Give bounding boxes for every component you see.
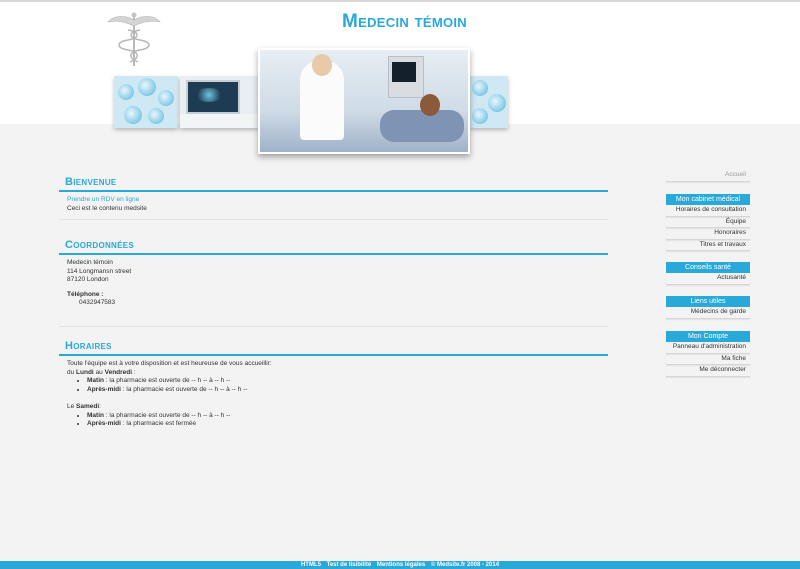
footer: HTML5 Test de lisibilité Mentions légale… [0,561,800,569]
phone-label: Téléphone : [67,290,104,298]
weekday-hours-list: Matin : la pharmacie est ouverte de -- h… [67,377,608,394]
horaires-intro: Toute l'équipe est à votre disposition e… [67,360,272,367]
sidebar-item-medecins-garde[interactable]: Médecins de garde [666,307,750,319]
section-bienvenue: Bienvenue Prendre un RDV en ligne Ceci e… [59,176,608,220]
section-coordonnees: Coordonnées Medecin témoin 114 Longmansn… [59,239,608,327]
saturday-line: Le Samedi: [67,403,101,410]
sidebar-item-ma-fiche[interactable]: Ma fiche [666,354,750,365]
sidebar-group-title: Liens utiles [666,296,750,307]
footer-link-html5[interactable]: HTML5 [301,562,321,568]
divider [59,219,608,220]
list-item: Après-midi : la pharmacie est ouverte de… [87,386,608,395]
weekday-line: du Lundi au Vendredi : [67,368,136,376]
section-horaires: Horaires Toute l'équipe est à votre disp… [59,340,608,428]
sidebar-item-actusante[interactable]: Actusanté [666,273,750,285]
sidebar-group-cabinet: Mon cabinet médical Horaires de consulta… [666,194,750,251]
sidebar-item-accueil[interactable]: Accueil [666,170,750,182]
saturday-hours-list: Matin : la pharmacie est ouverte de -- h… [67,412,608,429]
footer-copyright: © Medsite.fr 2008 - 2014 [430,562,500,568]
header-image-monitor [180,76,258,128]
sidebar-item-equipe[interactable]: Équipe [666,217,750,228]
sidebar-item-titres[interactable]: Titres et travaux [666,240,750,251]
sidebar-item-admin[interactable]: Panneau d'administration [666,342,750,354]
list-item: Matin : la pharmacie est ouverte de -- h… [87,412,608,421]
section-title: Bienvenue [59,176,608,192]
sidebar-group-title: Mon cabinet médical [666,194,750,205]
sidebar-group-liens: Liens utiles Médecins de garde [666,296,750,319]
sidebar-item-horaires[interactable]: Horaires de consultation [666,205,750,217]
header-image-cells [114,76,178,128]
rdv-link[interactable]: Prendre un RDV en ligne [67,196,608,205]
sidebar-item-deconnecter[interactable]: Me déconnecter [666,365,750,377]
list-item: Après-midi : la pharmacie est fermée [87,420,608,428]
caduceus-logo-icon [107,12,161,66]
sidebar-group-title: Mon Compte [666,331,750,342]
section-title: Horaires [59,340,608,356]
address-street: 114 Longmansn street [67,267,132,275]
section-title: Coordonnées [59,239,608,255]
sidebar: Accueil [666,170,750,182]
welcome-text: Ceci est le contenu medsite [67,204,147,212]
doctor-name: Medecin témoin [67,259,113,266]
sidebar-item-honoraires[interactable]: Honoraires [666,228,750,240]
footer-link-lisibilite[interactable]: Test de lisibilité [327,562,372,568]
phone-number: 0432947583 [79,299,116,306]
header-image-cells-right [470,76,508,128]
footer-link-mentions[interactable]: Mentions légales [377,562,425,568]
sidebar-group-conseils: Conseils santé Actusanté [666,262,750,285]
divider [59,325,608,327]
header-photo-doctor [258,48,470,154]
address-city: 87120 London [67,276,109,283]
list-item: Matin : la pharmacie est ouverte de -- h… [87,377,608,386]
site-title: Medecin témoin [342,11,467,32]
sidebar-group-compte: Mon Compte Panneau d'administration Ma f… [666,331,750,377]
sidebar-group-title: Conseils santé [666,262,750,273]
